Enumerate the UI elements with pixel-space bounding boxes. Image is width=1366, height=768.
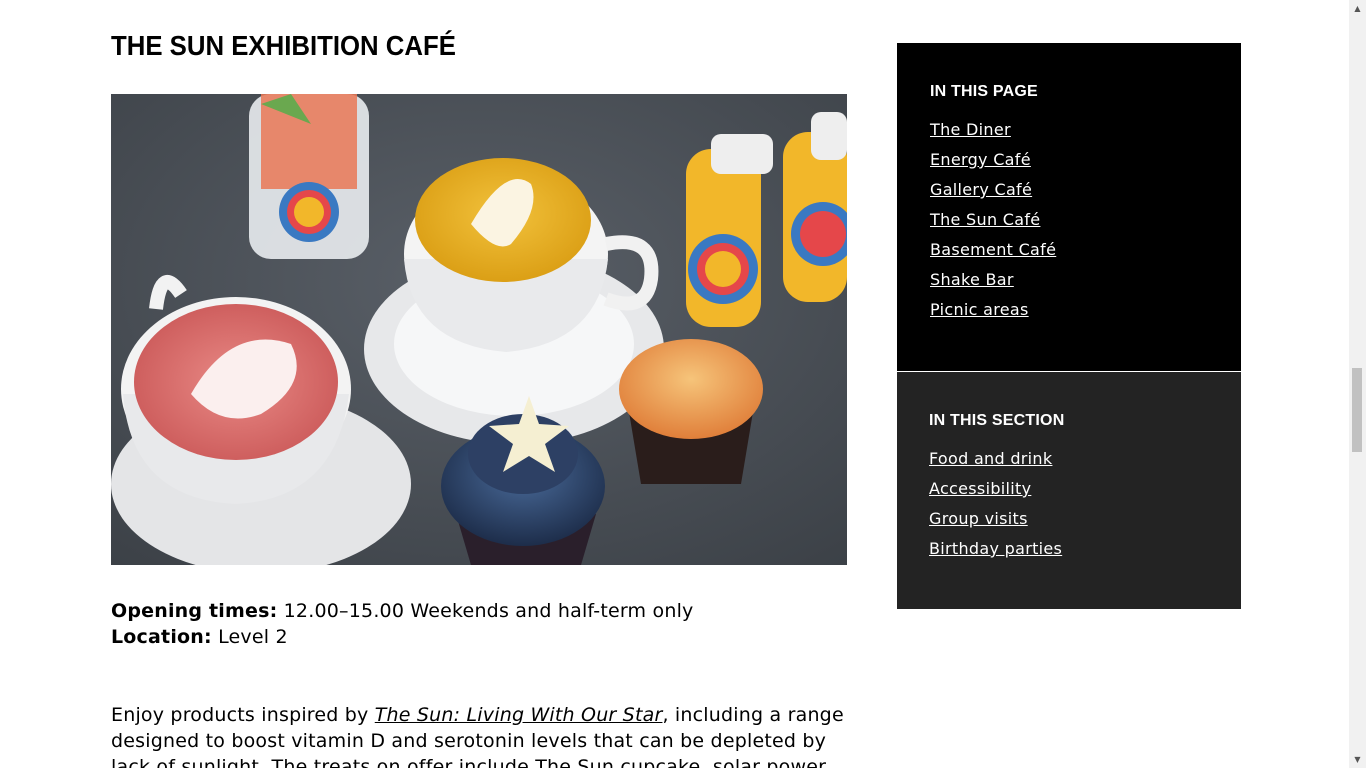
opening-times: Opening times: 12.00–15.00 Weekends and … — [111, 598, 694, 624]
in-this-section-list: Food and drink Accessibility Group visit… — [929, 449, 1062, 569]
in-this-page-list: The Diner Energy Café Gallery Café The S… — [930, 120, 1056, 330]
link-food-and-drink[interactable]: Food and drink — [929, 449, 1052, 468]
page-title: THE SUN EXHIBITION CAFÉ — [111, 30, 456, 61]
link-the-sun-cafe[interactable]: The Sun Café — [930, 210, 1040, 229]
link-birthday-parties[interactable]: Birthday parties — [929, 539, 1062, 558]
link-energy-cafe[interactable]: Energy Café — [930, 150, 1031, 169]
list-item: Basement Café — [930, 240, 1056, 270]
location: Location: Level 2 — [111, 624, 694, 650]
scroll-up-arrow-icon[interactable]: ▲ — [1349, 0, 1366, 17]
vertical-scrollbar[interactable]: ▲ ▼ — [1349, 0, 1366, 768]
visit-info: Opening times: 12.00–15.00 Weekends and … — [111, 598, 694, 650]
list-item: Accessibility — [929, 479, 1062, 509]
link-the-diner[interactable]: The Diner — [930, 120, 1011, 139]
page: THE SUN EXHIBITION CAFÉ Opening times: 1… — [0, 0, 1366, 768]
opening-times-value: 12.00–15.00 Weekends and half-term only — [277, 600, 694, 622]
list-item: The Diner — [930, 120, 1056, 150]
in-this-page-nav: IN THIS PAGE The Diner Energy Café Galle… — [897, 43, 1241, 371]
location-label: Location: — [111, 626, 212, 648]
intro-text-before: Enjoy products inspired by — [111, 704, 375, 726]
list-item: The Sun Café — [930, 210, 1056, 240]
in-this-section-heading: IN THIS SECTION — [929, 412, 1065, 429]
scroll-thumb[interactable] — [1352, 368, 1362, 452]
link-gallery-cafe[interactable]: Gallery Café — [930, 180, 1032, 199]
in-this-section-nav: IN THIS SECTION Food and drink Accessibi… — [897, 372, 1241, 609]
list-item: Gallery Café — [930, 180, 1056, 210]
intro-paragraph: Enjoy products inspired by The Sun: Livi… — [111, 702, 871, 768]
link-basement-cafe[interactable]: Basement Café — [930, 240, 1056, 259]
link-accessibility[interactable]: Accessibility — [929, 479, 1031, 498]
opening-times-label: Opening times: — [111, 600, 278, 622]
in-this-page-heading: IN THIS PAGE — [930, 83, 1038, 100]
list-item: Shake Bar — [930, 270, 1056, 300]
hero-image — [111, 94, 847, 565]
scroll-down-arrow-icon[interactable]: ▼ — [1349, 751, 1366, 768]
list-item: Group visits — [929, 509, 1062, 539]
link-group-visits[interactable]: Group visits — [929, 509, 1028, 528]
exhibition-link[interactable]: The Sun: Living With Our Star — [375, 704, 663, 726]
list-item: Picnic areas — [930, 300, 1056, 330]
list-item: Food and drink — [929, 449, 1062, 479]
link-shake-bar[interactable]: Shake Bar — [930, 270, 1014, 289]
location-value: Level 2 — [211, 626, 288, 648]
list-item: Energy Café — [930, 150, 1056, 180]
cafe-photo-icon — [111, 94, 847, 565]
link-picnic-areas[interactable]: Picnic areas — [930, 300, 1029, 319]
list-item: Birthday parties — [929, 539, 1062, 569]
